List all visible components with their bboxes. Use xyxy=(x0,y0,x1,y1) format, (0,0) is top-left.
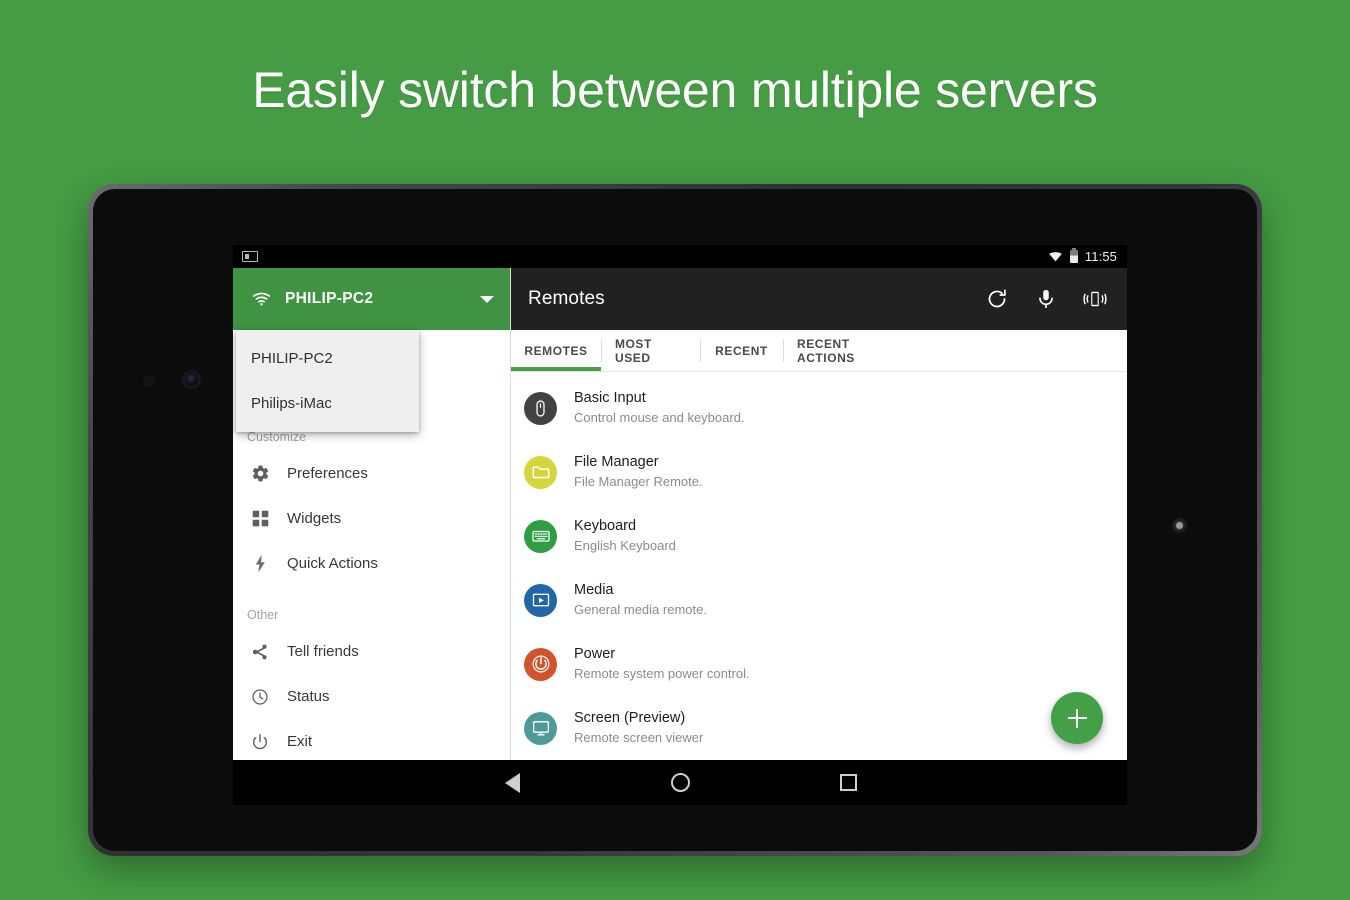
sidebar-item-quick-actions[interactable]: Quick Actions xyxy=(233,541,510,586)
list-item-text: Screen (Preview) Remote screen viewer xyxy=(574,709,703,747)
list-item-subtitle: English Keyboard xyxy=(574,538,676,553)
list-item-title: Screen (Preview) xyxy=(574,710,686,726)
voice-input-button[interactable] xyxy=(1033,287,1058,312)
list-item[interactable]: File Manager File Manager Remote. xyxy=(511,440,1127,504)
refresh-button[interactable] xyxy=(984,287,1009,312)
list-item-text: Basic Input Control mouse and keyboard. xyxy=(574,389,745,427)
sidebar-item-label: Status xyxy=(287,688,330,705)
server-dropdown-menu[interactable]: PHILIP-PC2 Philips-iMac xyxy=(236,330,419,432)
list-item-subtitle: Remote screen viewer xyxy=(574,730,704,745)
drawer-section-label-customize: Customize xyxy=(247,430,307,444)
list-item-text: File Manager File Manager Remote. xyxy=(574,453,703,491)
app-bar: Remotes xyxy=(511,268,1127,330)
status-bar-left xyxy=(242,251,258,262)
gear-icon xyxy=(249,463,271,485)
sidebar-item-label: Quick Actions xyxy=(287,555,378,572)
proximity-sensor-icon xyxy=(143,375,155,387)
list-item-text: Power Remote system power control. xyxy=(574,645,750,683)
dropdown-item-philip-pc2[interactable]: PHILIP-PC2 xyxy=(236,336,419,381)
main-content: Remotes REMOTES MOST USED RECENT RECENT … xyxy=(511,268,1127,760)
multiwindow-icon xyxy=(242,251,258,262)
app-bar-title: Remotes xyxy=(528,288,605,309)
status-bar-right: 11:55 xyxy=(1048,247,1117,264)
list-item-text: Keyboard English Keyboard xyxy=(574,517,676,555)
media-icon xyxy=(524,583,557,617)
navigation-drawer: PHILIP-PC2 Customize Preferences Widgets… xyxy=(233,268,511,760)
status-led-icon xyxy=(1176,522,1183,529)
power-icon xyxy=(524,647,557,681)
mouse-icon xyxy=(524,391,557,425)
back-button[interactable] xyxy=(499,770,525,796)
grid-icon xyxy=(249,508,271,530)
front-camera-icon xyxy=(185,373,198,386)
sidebar-item-status[interactable]: Status xyxy=(233,674,510,719)
monitor-icon xyxy=(524,711,557,745)
list-item-subtitle: General media remote. xyxy=(574,602,707,617)
sidebar-item-tell-friends[interactable]: Tell friends xyxy=(233,629,510,674)
battery-icon xyxy=(1069,247,1078,263)
power-icon xyxy=(249,731,271,753)
clock-icon xyxy=(249,686,271,708)
recents-icon xyxy=(839,774,857,791)
list-item[interactable]: Power Remote system power control. xyxy=(511,632,1127,696)
screen-body: PHILIP-PC2 Customize Preferences Widgets… xyxy=(233,268,1127,760)
device-screen: 11:55 PHILIP-PC2 Customize Preferences W… xyxy=(233,245,1127,805)
keyboard-icon xyxy=(524,519,557,553)
recents-button[interactable] xyxy=(835,770,861,796)
page-title: Easily switch between multiple servers xyxy=(252,62,1098,118)
server-selector[interactable]: PHILIP-PC2 xyxy=(233,268,510,330)
vibrate-button[interactable] xyxy=(1082,287,1107,312)
share-icon xyxy=(249,641,271,663)
vibrate-icon xyxy=(1082,291,1107,307)
list-item-title: Basic Input xyxy=(574,390,646,406)
wifi-icon xyxy=(252,292,271,306)
refresh-icon xyxy=(988,289,1006,308)
sidebar-item-widgets[interactable]: Widgets xyxy=(233,496,510,541)
tablet-bezel: 11:55 PHILIP-PC2 Customize Preferences W… xyxy=(93,189,1257,851)
microphone-icon xyxy=(1038,289,1053,308)
sidebar-item-label: Exit xyxy=(287,733,313,750)
add-remote-fab[interactable] xyxy=(1051,692,1103,744)
android-status-bar: 11:55 xyxy=(233,245,1127,268)
app-bar-actions xyxy=(984,287,1107,312)
list-item-subtitle: Remote system power control. xyxy=(574,666,750,681)
drawer-section-label-other: Other xyxy=(247,608,279,622)
sidebar-item-label: Widgets xyxy=(287,510,342,527)
list-item-title: Media xyxy=(574,582,614,598)
sidebar-item-label: Tell friends xyxy=(287,643,359,660)
list-item-subtitle: File Manager Remote. xyxy=(574,474,703,489)
list-item[interactable]: Screen (Preview) Remote screen viewer xyxy=(511,696,1127,760)
sidebar-item-label: Preferences xyxy=(287,465,368,482)
tablet-device-frame: 11:55 PHILIP-PC2 Customize Preferences W… xyxy=(88,184,1262,856)
drawer-section-gap xyxy=(233,586,510,608)
tab-bar: REMOTES MOST USED RECENT RECENT ACTIONS xyxy=(511,330,1127,372)
bolt-icon xyxy=(249,553,271,575)
wifi-icon xyxy=(1049,252,1062,262)
home-icon xyxy=(670,773,690,792)
remotes-list: Basic Input Control mouse and keyboard. xyxy=(511,372,1127,760)
list-item[interactable]: Media General media remote. xyxy=(511,568,1127,632)
list-item-title: File Manager xyxy=(574,454,659,470)
folder-icon xyxy=(524,455,557,489)
list-item-title: Power xyxy=(574,646,616,662)
sidebar-item-exit[interactable]: Exit xyxy=(233,719,510,764)
tab-remotes[interactable]: REMOTES xyxy=(511,330,601,371)
sidebar-item-preferences[interactable]: Preferences xyxy=(233,451,510,496)
list-item-title: Keyboard xyxy=(574,518,637,534)
list-item[interactable]: Basic Input Control mouse and keyboard. xyxy=(511,376,1127,440)
list-item-subtitle: Control mouse and keyboard. xyxy=(574,410,745,425)
dropdown-item-philips-imac[interactable]: Philips-iMac xyxy=(236,381,419,426)
list-item[interactable]: Keyboard English Keyboard xyxy=(511,504,1127,568)
home-button[interactable] xyxy=(667,770,693,796)
chevron-down-icon[interactable] xyxy=(480,295,494,303)
tab-most-used[interactable]: MOST USED xyxy=(601,330,700,371)
tab-recent[interactable]: RECENT xyxy=(700,330,783,371)
android-navigation-bar xyxy=(233,760,1127,805)
list-item-text: Media General media remote. xyxy=(574,581,707,619)
back-icon xyxy=(504,772,520,793)
server-name-label: PHILIP-PC2 xyxy=(285,290,374,307)
status-bar-clock: 11:55 xyxy=(1084,249,1117,264)
tab-recent-actions[interactable]: RECENT ACTIONS xyxy=(783,330,916,371)
